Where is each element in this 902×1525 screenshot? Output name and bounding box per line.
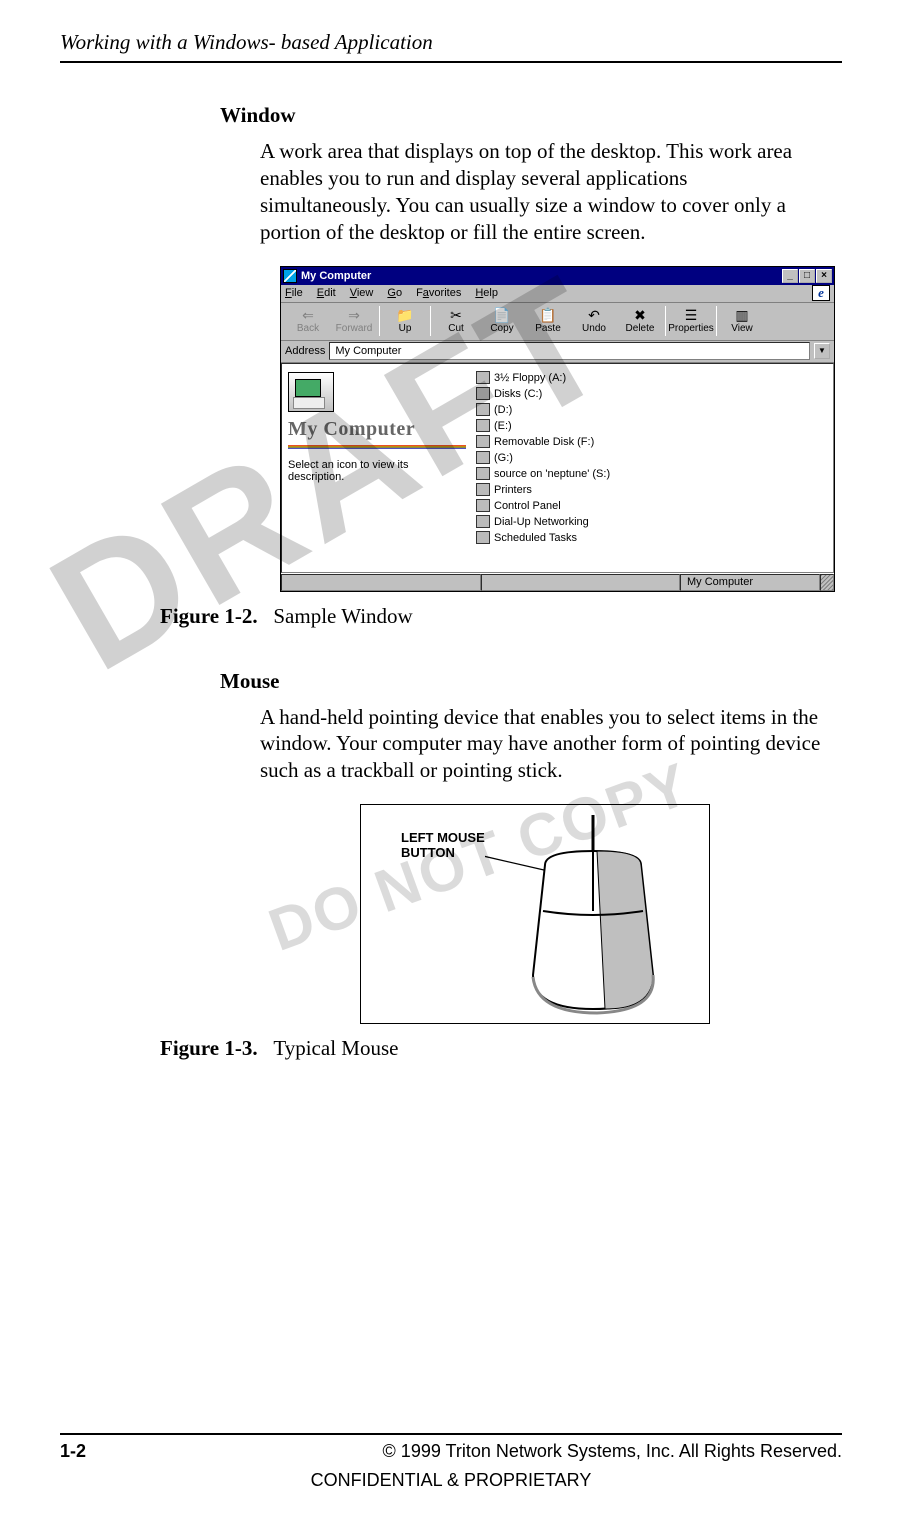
tb-paste[interactable]: 📋Paste — [525, 308, 571, 334]
caption-fig-1-2: Figure 1-2. Sample Window — [160, 604, 842, 629]
tb-sep — [379, 306, 380, 336]
mouse-illustration — [485, 815, 695, 1015]
status-left — [281, 574, 481, 591]
drive-icon — [476, 387, 490, 400]
color-divider — [288, 445, 466, 449]
drive-icon — [476, 403, 490, 416]
tb-back[interactable]: ⇐Back — [285, 308, 331, 334]
scheduled-tasks-icon — [476, 531, 490, 544]
maximize-button[interactable]: □ — [799, 269, 815, 283]
menu-help[interactable]: Help — [475, 287, 498, 299]
list-item[interactable]: Control Panel — [476, 498, 829, 514]
menu-file[interactable]: File — [285, 287, 303, 299]
para-window: A work area that displays on top of the … — [260, 138, 822, 246]
addressbar: Address My Computer ▼ — [281, 341, 834, 363]
my-computer-big-icon — [288, 372, 334, 412]
tb-properties[interactable]: ☰Properties — [668, 308, 714, 334]
system-menu-icon[interactable] — [283, 269, 297, 283]
tb-undo[interactable]: ↶Undo — [571, 308, 617, 334]
left-pane-heading: My Computer — [288, 418, 466, 441]
tb-delete[interactable]: ✖Delete — [617, 308, 663, 334]
mouse-figure: LEFT MOUSEBUTTON — [360, 804, 710, 1024]
list-item[interactable]: Removable Disk (F:) — [476, 434, 829, 450]
list-item[interactable]: Printers — [476, 482, 829, 498]
left-pane: My Computer Select an icon to view its d… — [282, 364, 472, 572]
term-mouse: Mouse — [220, 669, 842, 694]
list-item[interactable]: Dial-Up Networking — [476, 514, 829, 530]
floppy-icon — [476, 371, 490, 384]
items-pane: 3½ Floppy (A:) Disks (C:) (D:) (E:) Remo… — [472, 364, 833, 572]
tb-copy[interactable]: 📄Copy — [479, 308, 525, 334]
menu-view[interactable]: View — [350, 287, 374, 299]
tb-forward[interactable]: ⇒Forward — [331, 308, 377, 334]
page-number: 1-2 — [60, 1441, 86, 1462]
address-field[interactable]: My Computer — [329, 342, 810, 360]
address-value: My Computer — [335, 345, 401, 357]
list-item[interactable]: Disks (C:) — [476, 386, 829, 402]
printers-icon — [476, 483, 490, 496]
mouse-callout-label: LEFT MOUSEBUTTON — [401, 831, 485, 861]
term-window: Window — [220, 103, 842, 128]
menubar: File Edit View Go Favorites Help — [281, 285, 834, 303]
copyright: © 1999 Triton Network Systems, Inc. All … — [383, 1441, 842, 1462]
tb-sep — [665, 306, 666, 336]
list-item[interactable]: (E:) — [476, 418, 829, 434]
network-drive-icon — [476, 467, 490, 480]
tb-views[interactable]: ▥View — [719, 308, 765, 334]
address-label: Address — [285, 345, 325, 357]
toolbar: ⇐Back ⇒Forward 📁Up ✂Cut 📄Copy 📋Paste ↶Un… — [281, 303, 834, 341]
statusbar: My Computer — [281, 573, 834, 591]
left-pane-hint: Select an icon to view its description. — [288, 459, 466, 483]
confidential-notice: CONFIDENTIAL & PROPRIETARY — [60, 1470, 842, 1491]
titlebar[interactable]: My Computer _ □ × — [281, 267, 834, 285]
resize-grip[interactable] — [820, 574, 834, 591]
menu-edit[interactable]: Edit — [317, 287, 336, 299]
menu-go[interactable]: Go — [387, 287, 402, 299]
list-item[interactable]: Scheduled Tasks — [476, 530, 829, 546]
tb-sep — [430, 306, 431, 336]
list-item[interactable]: (G:) — [476, 450, 829, 466]
list-item[interactable]: (D:) — [476, 402, 829, 418]
caption-fig-1-3: Figure 1-3. Typical Mouse — [160, 1036, 842, 1061]
dialup-icon — [476, 515, 490, 528]
tb-cut[interactable]: ✂Cut — [433, 308, 479, 334]
address-dropdown[interactable]: ▼ — [814, 343, 830, 359]
close-button[interactable]: × — [816, 269, 832, 283]
control-panel-icon — [476, 499, 490, 512]
sample-window-figure: My Computer _ □ × File Edit View Go Favo… — [280, 266, 835, 592]
window-title: My Computer — [301, 270, 781, 282]
para-mouse: A hand-held pointing device that enables… — [260, 704, 822, 785]
drive-icon — [476, 451, 490, 464]
tb-sep — [716, 306, 717, 336]
menu-favorites[interactable]: Favorites — [416, 287, 461, 299]
drive-icon — [476, 419, 490, 432]
tb-up[interactable]: 📁Up — [382, 308, 428, 334]
minimize-button[interactable]: _ — [782, 269, 798, 283]
ie-logo-icon — [812, 285, 830, 301]
status-mid — [481, 574, 681, 591]
list-item[interactable]: 3½ Floppy (A:) — [476, 370, 829, 386]
status-right: My Computer — [680, 574, 820, 591]
page-footer: 1-2 © 1999 Triton Network Systems, Inc. … — [60, 1433, 842, 1491]
removable-icon — [476, 435, 490, 448]
running-head: Working with a Windows- based Applicatio… — [60, 30, 842, 63]
list-item[interactable]: source on 'neptune' (S:) — [476, 466, 829, 482]
